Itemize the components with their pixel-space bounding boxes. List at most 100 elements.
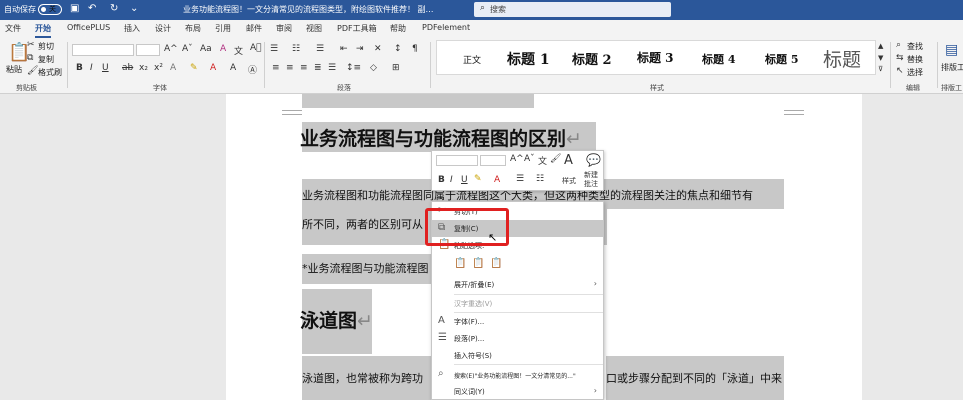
mini-font-name-combo[interactable] — [436, 155, 478, 166]
shading-icon[interactable]: ◇ — [370, 63, 377, 73]
grow-font-icon[interactable]: A^ — [510, 154, 524, 164]
tab-home[interactable]: 开始 — [35, 23, 51, 38]
customize-quick-access-icon[interactable]: ⌄ — [130, 3, 138, 14]
bullets-icon[interactable]: ☰ — [270, 44, 278, 54]
merge-format-icon[interactable]: 📋 — [472, 258, 484, 269]
styles-scroll-up-icon[interactable]: ▲ — [878, 42, 883, 50]
format-painter-icon[interactable]: 🖌 — [27, 66, 38, 76]
line-spacing-icon[interactable]: ↕≡ — [346, 63, 361, 73]
align-left-icon[interactable]: ≡ — [272, 63, 280, 73]
decrease-indent-icon[interactable]: ⇤ — [340, 44, 348, 54]
tab-design[interactable]: 设计 — [155, 23, 171, 34]
styles-label[interactable]: 样式 — [562, 176, 576, 186]
search-input[interactable]: ⌕ 搜索 — [474, 2, 671, 17]
text-effects-icon[interactable]: A — [170, 63, 176, 73]
replace-icon[interactable]: ⇆ — [896, 53, 904, 63]
select-button[interactable]: 选择 — [907, 67, 923, 78]
layout-tool-icon[interactable]: ▤ — [945, 42, 958, 58]
clear-format-icon[interactable]: A — [220, 44, 226, 54]
italic-icon[interactable]: I — [450, 175, 453, 185]
new-comment-label-2[interactable]: 批注 — [584, 179, 598, 189]
save-icon[interactable]: ▣ — [70, 3, 79, 14]
tab-file[interactable]: 文件 — [5, 23, 21, 34]
mini-font-size-combo[interactable] — [480, 155, 506, 166]
superscript-icon[interactable]: x² — [154, 63, 163, 73]
keep-text-only-icon[interactable]: 📋 — [490, 258, 502, 269]
highlight-icon[interactable]: ✎ — [474, 174, 482, 184]
heading-1[interactable]: 业务流程图与功能流程图的区别↵ — [300, 124, 582, 151]
style-heading-3[interactable]: 标题 3 — [637, 49, 674, 66]
new-comment-icon[interactable]: 💬 — [586, 153, 601, 167]
chinese-layout-icon[interactable]: ✕ — [374, 44, 382, 54]
layout-tool-button[interactable]: 排版工 — [941, 62, 963, 73]
distributed-icon[interactable]: ☰ — [328, 63, 336, 73]
tab-mailings[interactable]: 邮件 — [246, 23, 262, 34]
heading-2[interactable]: 泳道图↵ — [300, 306, 373, 333]
style-heading-4[interactable]: 标题 4 — [702, 51, 735, 67]
font-name-combo[interactable] — [72, 44, 134, 56]
font-color-icon[interactable]: A — [210, 63, 216, 73]
align-right-icon[interactable]: ≡ — [300, 63, 308, 73]
undo-icon[interactable]: ↶ — [88, 3, 96, 14]
underline-icon[interactable]: U — [102, 63, 109, 73]
autosave-toggle[interactable]: 关 — [38, 4, 62, 15]
grow-font-icon[interactable]: A^ — [164, 44, 178, 54]
paragraph-3-end[interactable]: 口或步骤分配到不同的「泳道」中来 — [606, 370, 782, 386]
sort-icon[interactable]: ↕ — [394, 44, 402, 54]
format-painter-button[interactable]: 格式刷 — [38, 67, 62, 78]
font-size-combo[interactable] — [136, 44, 160, 56]
find-icon[interactable]: ⌕ — [896, 40, 901, 50]
replace-button[interactable]: 替换 — [907, 54, 923, 65]
shrink-font-icon[interactable]: Aˇ — [182, 44, 193, 54]
char-border-icon[interactable]: A⃞ — [250, 43, 262, 53]
highlight-icon[interactable]: ✎ — [190, 63, 198, 73]
increase-indent-icon[interactable]: ⇥ — [356, 44, 364, 54]
styles-scroll-down-icon[interactable]: ▼ — [878, 54, 883, 62]
scissors-icon[interactable]: ✂ — [27, 40, 35, 50]
paragraph-2[interactable]: *业务流程图与功能流程图 — [302, 260, 429, 276]
enclose-char-icon[interactable]: Ⓐ — [248, 63, 257, 76]
shrink-font-icon[interactable]: Aˇ — [524, 154, 535, 164]
tab-pdf-toolbox[interactable]: PDF工具箱 — [337, 23, 377, 34]
bullets-icon[interactable]: ☰ — [516, 174, 524, 184]
tab-officeplus[interactable]: OfficePLUS — [67, 23, 110, 32]
italic-icon[interactable]: I — [90, 63, 93, 73]
redo-icon[interactable]: ↻ — [110, 3, 118, 14]
numbering-icon[interactable]: ☷ — [536, 174, 544, 184]
menu-item-insert-symbol[interactable]: 插入符号(S) — [432, 347, 603, 364]
bold-icon[interactable]: B — [76, 63, 83, 73]
phonetic-icon[interactable]: 文 — [538, 154, 547, 167]
menu-item-search[interactable]: ⌕ 搜索(E)"业务功能流程图！一文分清常见的..." — [432, 366, 603, 383]
styles-icon[interactable]: A — [564, 153, 573, 168]
align-center-icon[interactable]: ≡ — [286, 63, 294, 73]
style-heading-1[interactable]: 标题 1 — [507, 49, 550, 69]
select-icon[interactable]: ↖ — [896, 66, 904, 76]
multilevel-list-icon[interactable]: ☰ — [316, 44, 324, 54]
font-color-icon[interactable]: A — [494, 175, 500, 185]
style-title[interactable]: 标题 — [823, 45, 861, 72]
tab-help[interactable]: 帮助 — [390, 23, 406, 34]
style-heading-2[interactable]: 标题 2 — [572, 49, 612, 68]
cut-button[interactable]: 剪切 — [38, 41, 54, 52]
bold-icon[interactable]: B — [438, 175, 445, 185]
tab-view[interactable]: 视图 — [306, 23, 322, 34]
tab-layout[interactable]: 布局 — [185, 23, 201, 34]
underline-icon[interactable]: U — [461, 175, 468, 185]
paragraph-3-start[interactable]: 泳道图，也常被称为跨功 — [302, 370, 423, 386]
format-painter-icon[interactable]: 🖌 — [550, 154, 561, 164]
justify-icon[interactable]: ≣ — [314, 63, 322, 73]
tab-pdfelement[interactable]: PDFelement — [422, 23, 470, 32]
keep-source-format-icon[interactable]: 📋 — [454, 258, 466, 269]
copy-button[interactable]: 复制 — [38, 54, 54, 65]
show-marks-icon[interactable]: ¶ — [412, 44, 418, 54]
tab-references[interactable]: 引用 — [215, 23, 231, 34]
styles-more-icon[interactable]: ⊽ — [878, 65, 883, 73]
menu-item-expand-collapse[interactable]: 展开/折叠(E) › — [432, 276, 603, 293]
paragraph-1-line-2[interactable]: 所不同，两者的区别可从 — [302, 216, 423, 232]
copy-icon[interactable]: ⧉ — [27, 53, 33, 63]
numbering-icon[interactable]: ☷ — [292, 44, 300, 54]
tab-insert[interactable]: 插入 — [124, 23, 140, 34]
subscript-icon[interactable]: x₂ — [139, 63, 148, 73]
tab-review[interactable]: 审阅 — [276, 23, 292, 34]
menu-item-synonyms[interactable]: 同义词(Y) › — [432, 383, 603, 400]
